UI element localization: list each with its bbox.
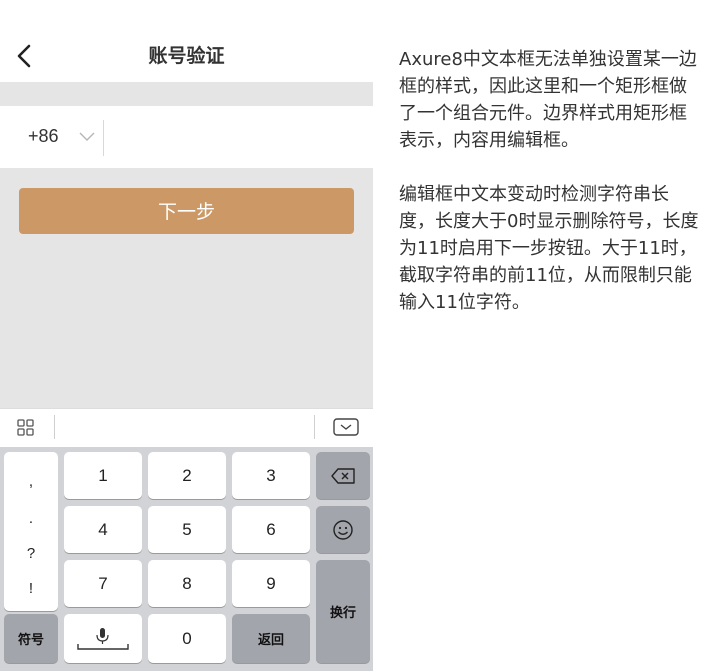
- key-5[interactable]: 5: [148, 506, 226, 553]
- emoji-icon: [333, 519, 353, 540]
- space-key[interactable]: [64, 614, 142, 663]
- next-step-button[interactable]: 下一步: [19, 188, 354, 234]
- return-key[interactable]: 返回: [232, 614, 310, 663]
- backspace-icon: [331, 467, 355, 484]
- punctuation-key[interactable]: !: [4, 579, 58, 599]
- key-2[interactable]: 2: [148, 452, 226, 499]
- description-paragraph: 编辑框中文本变动时检测字符串长度，长度大于0时显示删除符号，长度为11时启用下一…: [399, 184, 699, 313]
- grid-icon[interactable]: [17, 419, 35, 437]
- header-bar: 账号验证: [0, 0, 373, 82]
- emoji-key[interactable]: [316, 506, 370, 553]
- microphone-icon: [77, 627, 129, 650]
- punctuation-key[interactable]: ,: [4, 472, 58, 492]
- description-paragraph: Axure8中文本框无法单独设置某一边框的样式，因此这里和一个矩形框做了一个组合…: [399, 49, 697, 151]
- keyboard: , . ? ! 1 2 3 4 5 6 7 8 9 符号 0 返回 换行: [0, 447, 373, 671]
- description-text: Axure8中文本框无法单独设置某一边框的样式，因此这里和一个矩形框做了一个组合…: [399, 46, 701, 343]
- toolbar-divider: [314, 415, 315, 439]
- phone-screen: 账号验证 +86 下一步 , . ? ! 1 2 3 4 5 6 7 8 9 符…: [0, 0, 373, 671]
- phone-number-row: +86: [0, 106, 373, 168]
- key-8[interactable]: 8: [148, 560, 226, 607]
- key-0[interactable]: 0: [148, 614, 226, 663]
- page-title: 账号验证: [148, 45, 225, 67]
- key-7[interactable]: 7: [64, 560, 142, 607]
- key-4[interactable]: 4: [64, 506, 142, 553]
- punctuation-column: , . ? !: [4, 452, 58, 611]
- keyboard-toolbar: [0, 408, 373, 447]
- keyboard-hide-icon[interactable]: [333, 418, 359, 436]
- chevron-down-icon[interactable]: [77, 128, 97, 144]
- toolbar-divider: [54, 415, 55, 439]
- newline-key[interactable]: 换行: [316, 560, 370, 663]
- key-9[interactable]: 9: [232, 560, 310, 607]
- key-6[interactable]: 6: [232, 506, 310, 553]
- row-divider: [103, 120, 104, 156]
- country-code[interactable]: +86: [28, 124, 59, 148]
- punctuation-key[interactable]: .: [4, 509, 58, 529]
- symbols-key[interactable]: 符号: [4, 614, 58, 663]
- key-3[interactable]: 3: [232, 452, 310, 499]
- phone-number-input[interactable]: [110, 120, 364, 156]
- backspace-key[interactable]: [316, 452, 370, 499]
- punctuation-key[interactable]: ?: [4, 544, 58, 564]
- key-1[interactable]: 1: [64, 452, 142, 499]
